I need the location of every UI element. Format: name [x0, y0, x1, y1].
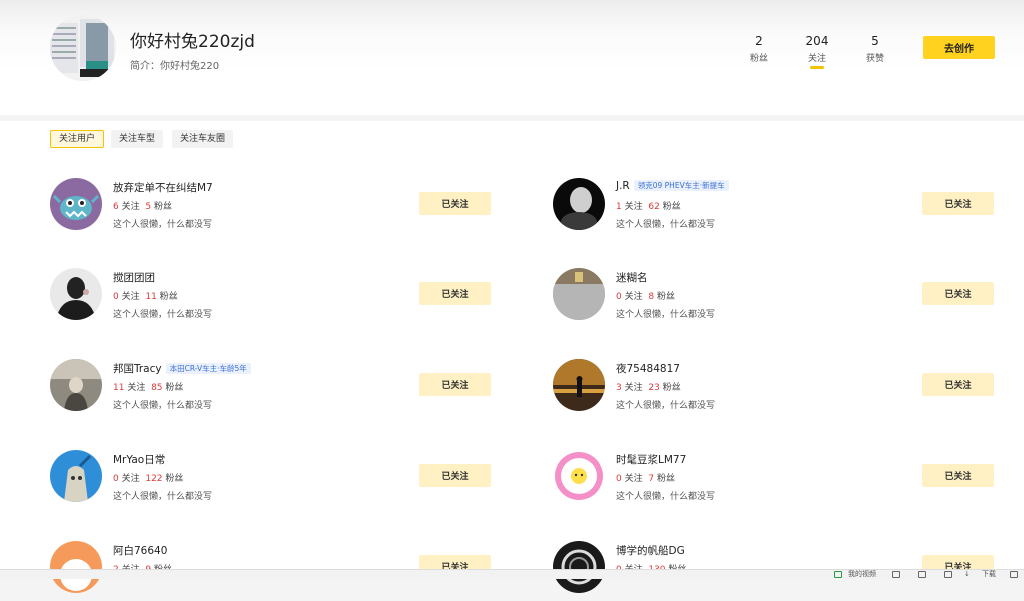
user-name[interactable]: 夜75484817 — [616, 361, 680, 376]
user-name[interactable]: 迷糊名 — [616, 270, 648, 285]
tab-followed-clubs[interactable]: 关注车友圈 — [172, 130, 234, 148]
user-car-badge: 本田CR-V车主·车龄5年 — [165, 363, 251, 374]
stat-following-label: 关注 — [807, 54, 826, 64]
create-button[interactable]: 去创作 — [923, 36, 995, 59]
user-stats: 11 关注 85 粉丝 — [113, 383, 184, 393]
user-stats: 0 关注 7 粉丝 — [616, 474, 675, 484]
followed-button[interactable]: 已关注 — [922, 282, 994, 305]
profile-header: 你好村兔220zjd 简介：你好村兔220 2 粉丝 204 关注 5 获赞 去… — [0, 0, 1024, 115]
user-description: 这个人很懒，什么都没写 — [113, 492, 213, 502]
stat-active-indicator — [810, 66, 824, 69]
panel-icon[interactable] — [1010, 571, 1018, 578]
user-card: MrYao日常 0 关注 122 粉丝 这个人很懒，什么都没写 已关注 — [50, 450, 500, 510]
user-avatar[interactable] — [553, 178, 605, 230]
user-stats: 6 关注 5 粉丝 — [113, 202, 172, 212]
followed-button[interactable]: 已关注 — [419, 373, 491, 396]
profile-username: 你好村兔220zjd — [130, 32, 255, 52]
user-description: 这个人很懒，什么都没写 — [113, 220, 213, 230]
user-card: 搅团团团 0 关注 11 粉丝 这个人很懒，什么都没写 已关注 — [50, 268, 500, 328]
profile-avatar[interactable] — [50, 15, 116, 81]
user-name[interactable]: J.R 领克09 PHEV车主·新提车 — [616, 180, 729, 192]
user-avatar[interactable] — [553, 268, 605, 320]
user-name[interactable]: 阿白76640 — [113, 543, 167, 558]
user-stats: 0 关注 122 粉丝 — [113, 474, 184, 484]
user-avatar[interactable] — [553, 541, 605, 593]
followed-button[interactable]: 已关注 — [419, 282, 491, 305]
user-stats: 3 关注 23 粉丝 — [616, 383, 681, 393]
user-card: 放弃定单不在纠结M7 6 关注 5 粉丝 这个人很懒，什么都没写 已关注 — [50, 178, 500, 238]
stat-fans[interactable]: 2 粉丝 — [734, 34, 784, 64]
user-name[interactable]: 放弃定单不在纠结M7 — [113, 180, 213, 195]
followed-button[interactable]: 已关注 — [922, 464, 994, 487]
user-description: 这个人很懒，什么都没写 — [113, 401, 213, 411]
image-icon[interactable] — [892, 571, 900, 578]
user-avatar[interactable] — [553, 359, 605, 411]
user-description: 这个人很懒，什么都没写 — [616, 220, 716, 230]
followed-button[interactable]: 已关注 — [922, 192, 994, 215]
stat-likes-count: 5 — [871, 34, 879, 48]
user-name[interactable]: 邦国Tracy 本田CR-V车主·车龄5年 — [113, 361, 251, 376]
followed-button[interactable]: 已关注 — [419, 464, 491, 487]
user-avatar[interactable] — [50, 450, 102, 502]
user-description: 这个人很懒，什么都没写 — [616, 401, 716, 411]
user-car-badge: 领克09 PHEV车主·新提车 — [633, 180, 729, 191]
share-icon[interactable] — [944, 571, 952, 578]
user-description: 这个人很懒，什么都没写 — [616, 310, 716, 320]
download-link[interactable]: 下载 — [982, 570, 996, 579]
user-stats: 0 关注 11 粉丝 — [113, 292, 178, 302]
user-card: 迷糊名 0 关注 8 粉丝 这个人很懒，什么都没写 已关注 — [553, 268, 1003, 328]
user-avatar[interactable] — [50, 178, 102, 230]
stat-likes[interactable]: 5 获赞 — [850, 34, 900, 64]
stat-likes-label: 获赞 — [865, 54, 884, 64]
stat-fans-label: 粉丝 — [749, 54, 768, 64]
tab-followed-models[interactable]: 关注车型 — [111, 130, 164, 148]
user-card: J.R 领克09 PHEV车主·新提车 1 关注 62 粉丝 这个人很懒，什么都没… — [553, 178, 1003, 238]
user-description: 这个人很懒，什么都没写 — [113, 310, 213, 320]
profile-bio: 简介：你好村兔220 — [130, 61, 220, 72]
user-name[interactable]: 搅团团团 — [113, 270, 155, 285]
download-arrow-icon[interactable]: ↓ — [964, 570, 970, 579]
chat-icon[interactable] — [918, 571, 926, 578]
user-card: 时髦豆浆LM77 0 关注 7 粉丝 这个人很懒，什么都没写 已关注 — [553, 450, 1003, 510]
user-card: 邦国Tracy 本田CR-V车主·车龄5年 11 关注 85 粉丝 这个人很懒，什… — [50, 359, 500, 419]
user-stats: 0 关注 8 粉丝 — [616, 292, 675, 302]
user-name[interactable]: MrYao日常 — [113, 452, 165, 467]
user-description: 这个人很懒，什么都没写 — [616, 492, 716, 502]
video-icon[interactable] — [834, 571, 842, 578]
bottom-status-bar: 我的视频 ↓ 下载 — [0, 569, 1024, 579]
stat-following[interactable]: 204 关注 — [792, 34, 842, 64]
user-avatar[interactable] — [50, 268, 102, 320]
user-avatar[interactable] — [50, 359, 102, 411]
user-avatar[interactable] — [553, 450, 605, 502]
followed-button[interactable]: 已关注 — [922, 373, 994, 396]
tab-followed-users[interactable]: 关注用户 — [50, 130, 105, 148]
user-name[interactable]: 博学的帆船DG — [616, 543, 685, 558]
user-avatar[interactable] — [50, 541, 102, 593]
user-name[interactable]: 时髦豆浆LM77 — [616, 452, 686, 467]
user-card: 夜75484817 3 关注 23 粉丝 这个人很懒，什么都没写 已关注 — [553, 359, 1003, 419]
my-video-link[interactable]: 我的视频 — [848, 570, 876, 579]
user-stats: 1 关注 62 粉丝 — [616, 202, 681, 212]
stat-following-count: 204 — [805, 34, 829, 48]
stat-fans-count: 2 — [755, 34, 763, 48]
following-panel: 关注用户 关注车型 关注车友圈 放弃定单不在纠结M7 6 关注 5 粉丝 这个人… — [0, 121, 1024, 593]
followed-button[interactable]: 已关注 — [419, 192, 491, 215]
